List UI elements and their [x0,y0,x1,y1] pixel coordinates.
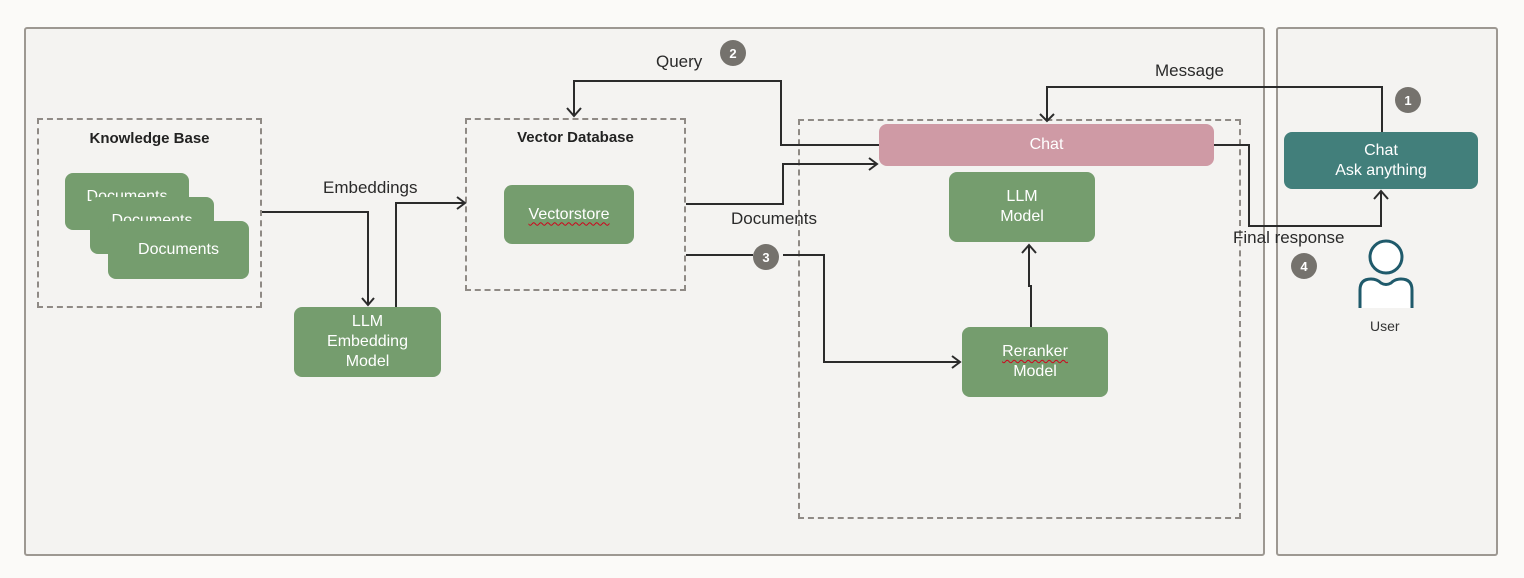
embeddings-label: Embeddings [323,178,418,197]
knowledge-base-title: Knowledge Base [89,130,210,147]
reranker-label-line: Model [1013,363,1057,380]
reranker-model[interactable]: Reranker Model [962,327,1108,397]
vectorstore-label: Vectorstore [528,205,610,223]
step-badge-1: 1 [1395,87,1421,113]
chat-backend[interactable]: Chat [879,124,1214,166]
user-icon [1358,239,1414,308]
vectorstore[interactable]: Vectorstore [504,185,634,244]
step-badge-2: 2 [720,40,746,66]
chat-ask-anything[interactable]: Chat Ask anything [1284,132,1478,189]
document-label: Documents [138,241,219,258]
llm-model[interactable]: LLM Model [949,172,1095,242]
vector-database-title: Vector Database [517,129,634,146]
document-card: Documents [108,221,249,279]
user-label: User [1370,318,1400,334]
final-response-label: Final response [1233,228,1345,247]
step-badge-4: 4 [1291,253,1317,279]
llm-embedding-model[interactable]: LLM Embedding Model [294,307,441,377]
reranker-label: Reranker [1002,343,1068,360]
step-badge-3: 3 [753,244,779,270]
message-label: Message [1155,61,1224,80]
query-label: Query [656,52,703,71]
documents-label: Documents [731,209,817,228]
